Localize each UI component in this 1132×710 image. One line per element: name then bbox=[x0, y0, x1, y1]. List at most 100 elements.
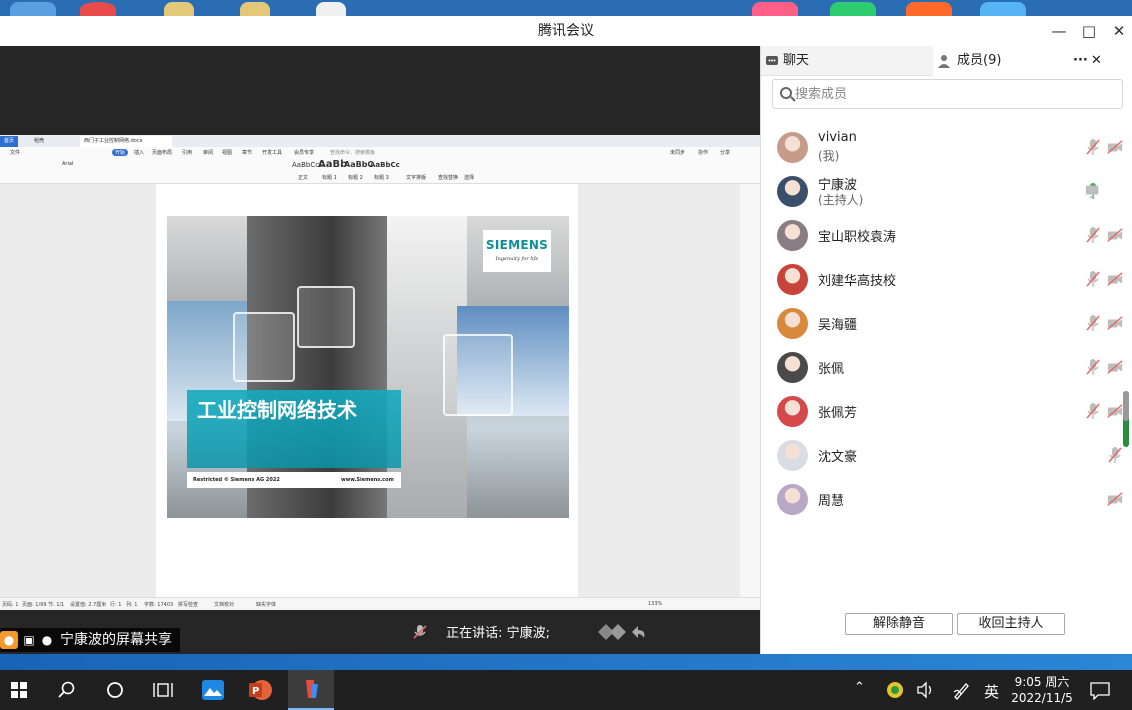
screen-share-icon[interactable] bbox=[1085, 182, 1101, 200]
task-view-button[interactable] bbox=[140, 670, 186, 710]
doc-style-preview: AaBbC bbox=[344, 160, 374, 169]
camera-off-icon[interactable] bbox=[1107, 490, 1123, 508]
desktop-shortcut-icon[interactable] bbox=[752, 2, 798, 16]
doc-menu-item: 会员专享 bbox=[294, 150, 315, 156]
muted-microphone-icon[interactable] bbox=[1085, 358, 1101, 376]
notification-icon[interactable] bbox=[1090, 682, 1110, 700]
muted-microphone-icon[interactable] bbox=[1085, 270, 1101, 288]
member-list-scrollbar[interactable] bbox=[1123, 391, 1129, 447]
member-row[interactable]: 吴海疆 bbox=[761, 301, 1132, 345]
ime-indicator[interactable]: 英 bbox=[984, 681, 999, 702]
minimize-button[interactable]: — bbox=[1044, 16, 1074, 46]
doc-menu-item: 开发工具 bbox=[262, 150, 283, 156]
member-row[interactable]: 张佩芳 bbox=[761, 389, 1132, 433]
doc-style-label: 标题 1 bbox=[322, 175, 337, 181]
avatar bbox=[777, 308, 808, 339]
doc-style-preview: AaBbCc bbox=[370, 161, 400, 169]
desktop-shortcut-icon[interactable] bbox=[316, 2, 346, 16]
window-title: 腾讯会议 bbox=[538, 23, 594, 39]
muted-microphone-icon[interactable] bbox=[1085, 314, 1101, 332]
tab-chat[interactable]: 聊天 bbox=[761, 46, 933, 76]
member-row[interactable]: 宁康波 (主持人) bbox=[761, 169, 1132, 213]
maximize-button[interactable]: □ bbox=[1074, 16, 1104, 46]
taskbar-app-powerpoint[interactable]: P bbox=[238, 670, 284, 710]
camera-off-icon[interactable] bbox=[1107, 270, 1123, 288]
unmute-all-button[interactable]: 解除静音 bbox=[845, 613, 953, 635]
slide-glass-panel bbox=[233, 312, 295, 382]
cortana-icon bbox=[107, 682, 123, 698]
tab-members[interactable]: 成员(9) ··· ✕ bbox=[933, 46, 1132, 76]
camera-off-icon[interactable] bbox=[1107, 138, 1123, 156]
member-search-input[interactable] bbox=[795, 84, 1115, 104]
annotation-tools-icon[interactable] bbox=[596, 622, 646, 642]
avatar bbox=[777, 396, 808, 427]
doc-tab-docer: 稻壳 bbox=[34, 138, 45, 144]
desktop-shortcut-icon[interactable] bbox=[980, 2, 1026, 16]
status-col: 列: 1 bbox=[126, 602, 138, 608]
search-button[interactable] bbox=[44, 670, 90, 710]
muted-microphone-icon[interactable] bbox=[1107, 446, 1123, 464]
muted-microphone-icon[interactable] bbox=[1085, 226, 1101, 244]
shared-document-window: 首页 稻壳 西门子工业控制网络.docx 文件 开始 插入 页面布局 引用 审阅… bbox=[0, 135, 760, 610]
avatar bbox=[777, 264, 808, 295]
member-row[interactable]: 刘建华高技校 bbox=[761, 257, 1132, 301]
speaking-name: 宁康波; bbox=[506, 626, 551, 641]
status-setting: 设置值: 2.7厘米 bbox=[70, 602, 107, 608]
status-words: 字数: 17403 bbox=[144, 602, 174, 608]
muted-microphone-icon[interactable] bbox=[1085, 138, 1101, 156]
photos-app-icon bbox=[202, 680, 224, 700]
member-search[interactable] bbox=[772, 79, 1123, 109]
chat-icon bbox=[766, 56, 778, 65]
desktop-shortcut-icon[interactable] bbox=[10, 2, 56, 16]
member-row[interactable]: 周慧 bbox=[761, 477, 1132, 521]
clock[interactable]: 9:05 周六 2022/11/5 bbox=[1010, 674, 1074, 706]
camera-off-icon[interactable] bbox=[1107, 402, 1123, 420]
svg-text:P: P bbox=[252, 686, 259, 697]
doc-menu-item: 引用 bbox=[182, 150, 193, 156]
muted-microphone-icon bbox=[413, 625, 427, 639]
member-row[interactable]: vivian (我) bbox=[761, 125, 1132, 169]
doc-style-label: 正文 bbox=[298, 175, 309, 181]
slide-footer-left: Restricted © Siemens AG 2022 bbox=[193, 477, 280, 483]
active-speaker-indicator: 正在讲话: 宁康波; bbox=[412, 620, 646, 648]
more-options-button[interactable]: ··· bbox=[1073, 46, 1088, 76]
close-window-button[interactable]: ✕ bbox=[1104, 16, 1132, 46]
member-row[interactable]: 宝山职校袁涛 bbox=[761, 213, 1132, 257]
avatar bbox=[777, 440, 808, 471]
slide-image: SIEMENS Ingenuity for life 工业控制网络技术 Rest… bbox=[167, 216, 569, 518]
windows-icon bbox=[11, 682, 27, 698]
shared-screen-area: 首页 稻壳 西门子工业控制网络.docx 文件 开始 插入 页面布局 引用 审阅… bbox=[0, 46, 760, 654]
doc-tab-file: 西门子工业控制网络.docx bbox=[80, 136, 172, 147]
show-hidden-icons-button[interactable]: ⌃ bbox=[854, 680, 865, 695]
cortana-button[interactable] bbox=[92, 670, 138, 710]
desktop-shortcut-icon[interactable] bbox=[164, 2, 194, 16]
doc-tool-label: 选择 bbox=[464, 175, 475, 181]
avatar bbox=[777, 220, 808, 251]
member-row[interactable]: 张佩 bbox=[761, 345, 1132, 389]
member-name: 张佩芳 bbox=[818, 406, 858, 421]
doc-search-hint: 查找命令、搜索模板 bbox=[330, 150, 376, 156]
member-row[interactable]: 沈文豪 bbox=[761, 433, 1132, 477]
taskbar-app-photos[interactable] bbox=[190, 670, 236, 710]
member-list: vivian (我) 宁康波 (主持人) 宝山职校袁涛 刘建华高技校 吴海疆 张佩张佩芳沈文豪… bbox=[761, 125, 1132, 521]
camera-off-icon[interactable] bbox=[1107, 226, 1123, 244]
doc-action-collab: 协作 bbox=[698, 150, 709, 156]
screen: 腾讯会议 — □ ✕ 首页 稻壳 西门子工业控制网络.docx 文件 开始 插入… bbox=[0, 0, 1132, 710]
network-tray-icon[interactable] bbox=[886, 681, 904, 699]
reclaim-host-button[interactable]: 收回主持人 bbox=[957, 613, 1065, 635]
tab-chat-label: 聊天 bbox=[783, 53, 810, 68]
siemens-logo: SIEMENS Ingenuity for life bbox=[483, 230, 551, 272]
close-panel-button[interactable]: ✕ bbox=[1091, 46, 1102, 76]
camera-off-icon[interactable] bbox=[1107, 358, 1123, 376]
taskbar-app-tencent-meeting[interactable] bbox=[288, 670, 334, 710]
desktop-shortcut-icon[interactable] bbox=[830, 2, 876, 16]
desktop-shortcut-icon[interactable] bbox=[80, 2, 116, 16]
desktop-shortcut-icon[interactable] bbox=[906, 2, 952, 16]
title-bar: 腾讯会议 — □ ✕ bbox=[0, 16, 1132, 46]
muted-microphone-icon[interactable] bbox=[1085, 402, 1101, 420]
desktop-shortcut-icon[interactable] bbox=[240, 2, 270, 16]
volume-icon[interactable] bbox=[916, 681, 936, 699]
start-button[interactable] bbox=[0, 670, 46, 710]
pen-input-icon[interactable] bbox=[952, 680, 972, 700]
camera-off-icon[interactable] bbox=[1107, 314, 1123, 332]
